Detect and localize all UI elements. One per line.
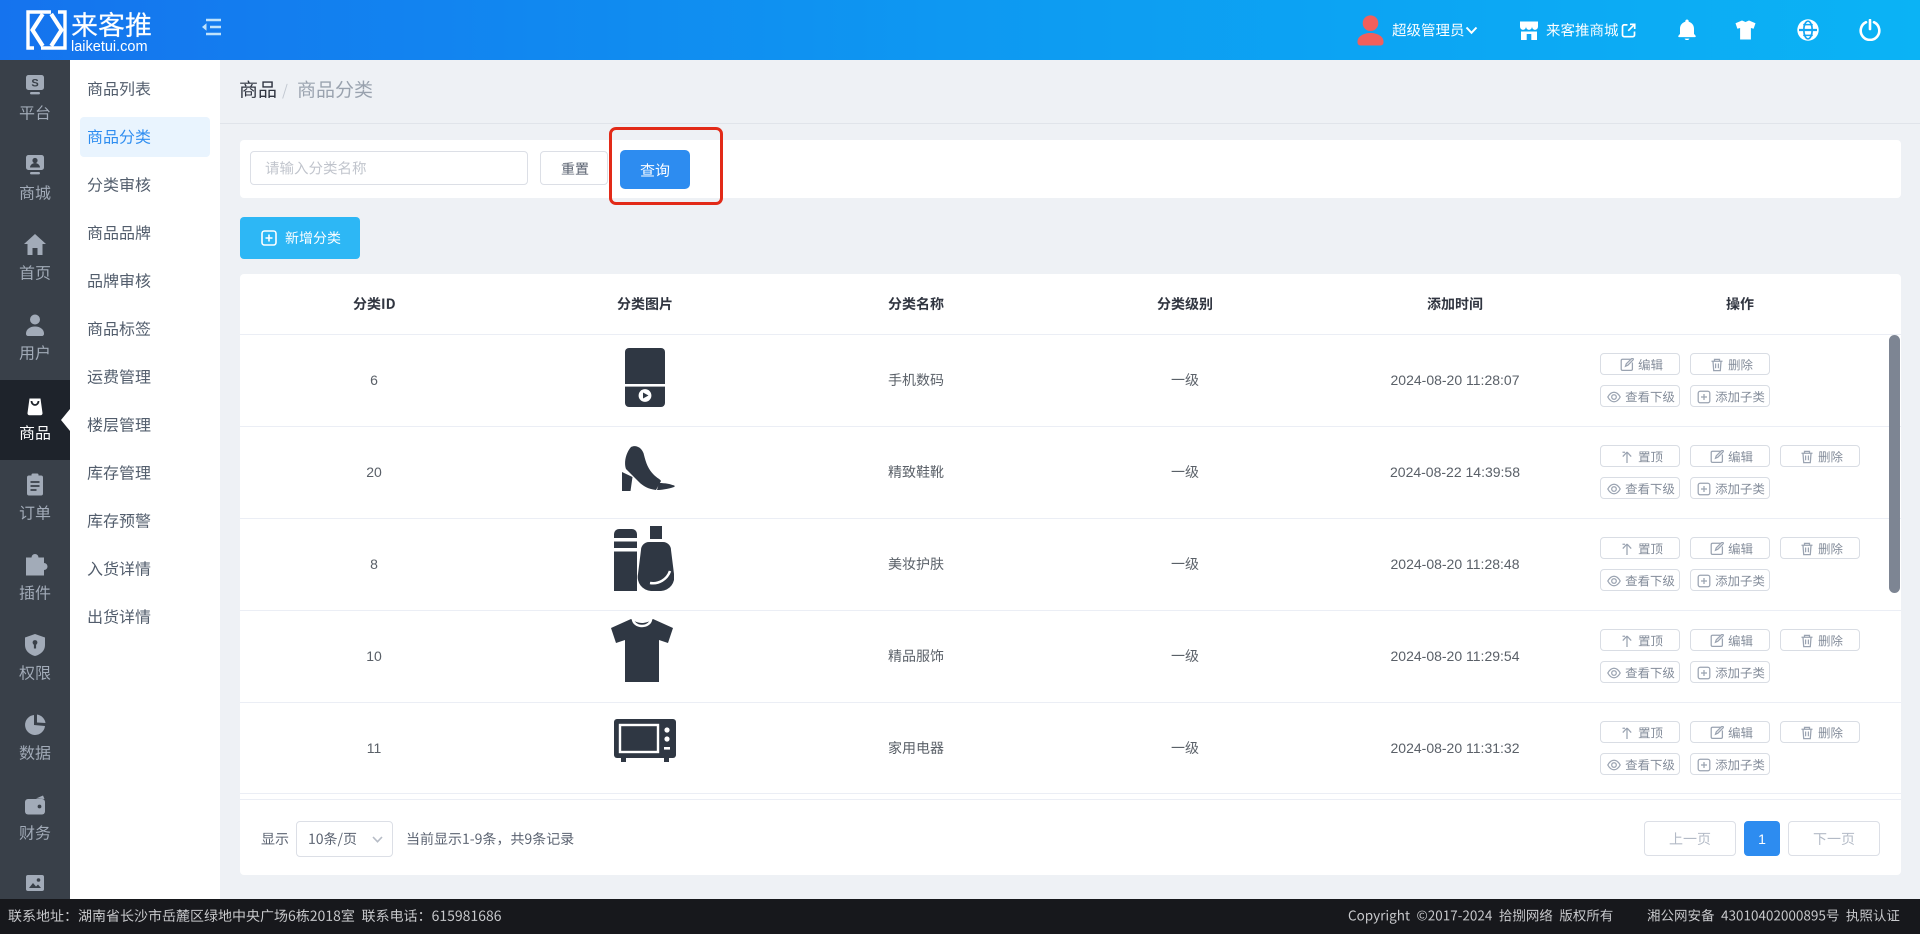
svg-text:S: S — [31, 78, 38, 90]
